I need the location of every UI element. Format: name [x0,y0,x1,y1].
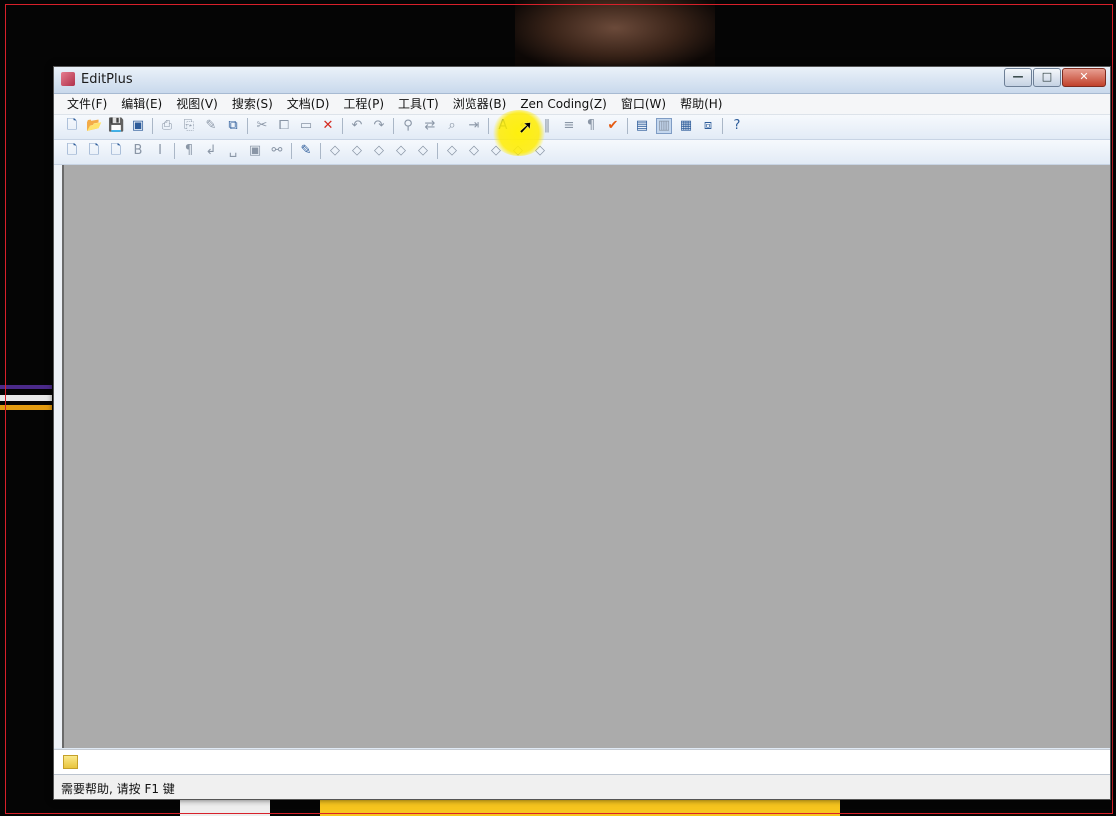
status-text: 需要帮助, 请按 F1 键 [61,782,175,796]
menu-browser[interactable]: 浏览器(B) [446,95,514,113]
check-icon[interactable]: ✔ [605,118,621,134]
help-icon[interactable]: ? [729,118,745,134]
toolbar-separator [152,118,153,134]
toolbar-separator [247,118,248,134]
space-icon[interactable]: ␣ [225,143,241,159]
close-button[interactable]: ✕ [1062,68,1106,87]
copy-icon[interactable]: ⧠ [276,118,292,134]
line-number-icon[interactable]: ≡ [561,118,577,134]
mouse-cursor-icon: ➚ [518,117,534,138]
tag4-icon[interactable]: ◇ [393,143,409,159]
wallpaper-detail [180,798,270,816]
menu-search[interactable]: 搜索(S) [225,95,280,113]
editplus-window: EditPlus — □ ✕ 文件(F) 编辑(E) 视图(V) 搜索(S) 文… [53,66,1111,800]
browser-preview-icon[interactable]: ⧉ [225,118,241,134]
close-icon: ✕ [1079,70,1089,83]
fullscreen-icon[interactable]: ⧈ [700,118,716,134]
toolbar-separator [320,143,321,159]
toolbar-separator [627,118,628,134]
undo-icon[interactable]: ↶ [349,118,365,134]
menu-window[interactable]: 窗口(W) [614,95,673,113]
italic-icon[interactable]: I [152,143,168,159]
html-toolbar: 🗋🗋🗋BI¶↲␣▣⚯✎◇◇◇◇◇◇◇◇◇◇ [54,140,1110,165]
tag3-icon[interactable]: ◇ [371,143,387,159]
new-js-icon[interactable]: 🗋 [108,143,124,159]
tag7-icon[interactable]: ◇ [466,143,482,159]
maximize-button[interactable]: □ [1033,68,1061,87]
tag6-icon[interactable]: ◇ [444,143,460,159]
image-icon[interactable]: ▣ [247,143,263,159]
minimize-button[interactable]: — [1004,68,1032,87]
menu-edit[interactable]: 编辑(E) [114,95,169,113]
replace-icon[interactable]: ⇄ [422,118,438,134]
menu-file[interactable]: 文件(F) [60,95,114,113]
toolbar-separator [291,143,292,159]
menu-tools[interactable]: 工具(T) [391,95,446,113]
find-icon[interactable]: ⚲ [400,118,416,134]
window-title: EditPlus [81,72,133,87]
link-icon[interactable]: ⚯ [269,143,285,159]
paste-icon[interactable]: ▭ [298,118,314,134]
app-icon[interactable] [61,72,75,86]
menu-view[interactable]: 视图(V) [169,95,225,113]
toolbar-separator [174,143,175,159]
folder-icon[interactable] [63,755,78,769]
document-tab-bar[interactable] [54,749,1110,774]
toolbar-separator [437,143,438,159]
menu-zen-coding[interactable]: Zen Coding(Z) [513,95,614,113]
toolbar-separator [393,118,394,134]
menu-help[interactable]: 帮助(H) [673,95,729,113]
cliptext-icon[interactable]: ▦ [678,118,694,134]
maximize-icon: □ [1041,70,1053,83]
new-file-icon[interactable]: 🗋 [64,118,80,134]
whitespace-icon[interactable]: ¶ [583,118,599,134]
menu-project[interactable]: 工程(P) [336,95,391,113]
title-bar[interactable]: EditPlus — □ ✕ [54,67,1110,94]
toolbar-separator [488,118,489,134]
directory-window-icon[interactable]: ▤ [634,118,650,134]
wallpaper-stripe [0,385,52,389]
wallpaper-stripe [0,405,52,410]
delete-icon[interactable]: ✕ [320,118,336,134]
print-preview-icon[interactable]: ⎘ [181,118,197,134]
goto-icon[interactable]: ⇥ [466,118,482,134]
break-icon[interactable]: ↲ [203,143,219,159]
spell-check-icon[interactable]: ✎ [203,118,219,134]
left-splitter[interactable] [54,165,62,748]
tag2-icon[interactable]: ◇ [349,143,365,159]
toolbar-separator [342,118,343,134]
wallpaper-photo [515,0,715,70]
html-toolbar-icon[interactable]: ✎ [298,143,314,159]
menu-document[interactable]: 文档(D) [280,95,337,113]
document-workspace[interactable] [62,165,1110,748]
minimize-icon: — [1012,70,1024,83]
print-icon[interactable]: ⎙ [159,118,175,134]
cut-icon[interactable]: ✂ [254,118,270,134]
standard-toolbar: 🗋📂💾▣⎙⎘✎⧉✂⧠▭✕↶↷⚲⇄⌕⇥A↵‖≡¶✔▤▥▦⧈? [54,115,1110,140]
menu-bar: 文件(F) 编辑(E) 视图(V) 搜索(S) 文档(D) 工程(P) 工具(T… [54,94,1110,115]
bold-icon[interactable]: B [130,143,146,159]
find-in-files-icon[interactable]: ⌕ [444,118,460,134]
open-folder-icon[interactable]: 📂 [86,118,102,134]
save-all-icon[interactable]: ▣ [130,118,146,134]
paragraph-icon[interactable]: ¶ [181,143,197,159]
tag5-icon[interactable]: ◇ [415,143,431,159]
wallpaper-stripe [0,395,52,401]
new-css-icon[interactable]: 🗋 [86,143,102,159]
toolbar-separator [722,118,723,134]
save-icon[interactable]: 💾 [108,118,124,134]
tag1-icon[interactable]: ◇ [327,143,343,159]
redo-icon[interactable]: ↷ [371,118,387,134]
status-bar: 需要帮助, 请按 F1 键 [54,774,1110,799]
new-html-icon[interactable]: 🗋 [64,143,80,159]
output-window-icon[interactable]: ▥ [656,118,672,134]
